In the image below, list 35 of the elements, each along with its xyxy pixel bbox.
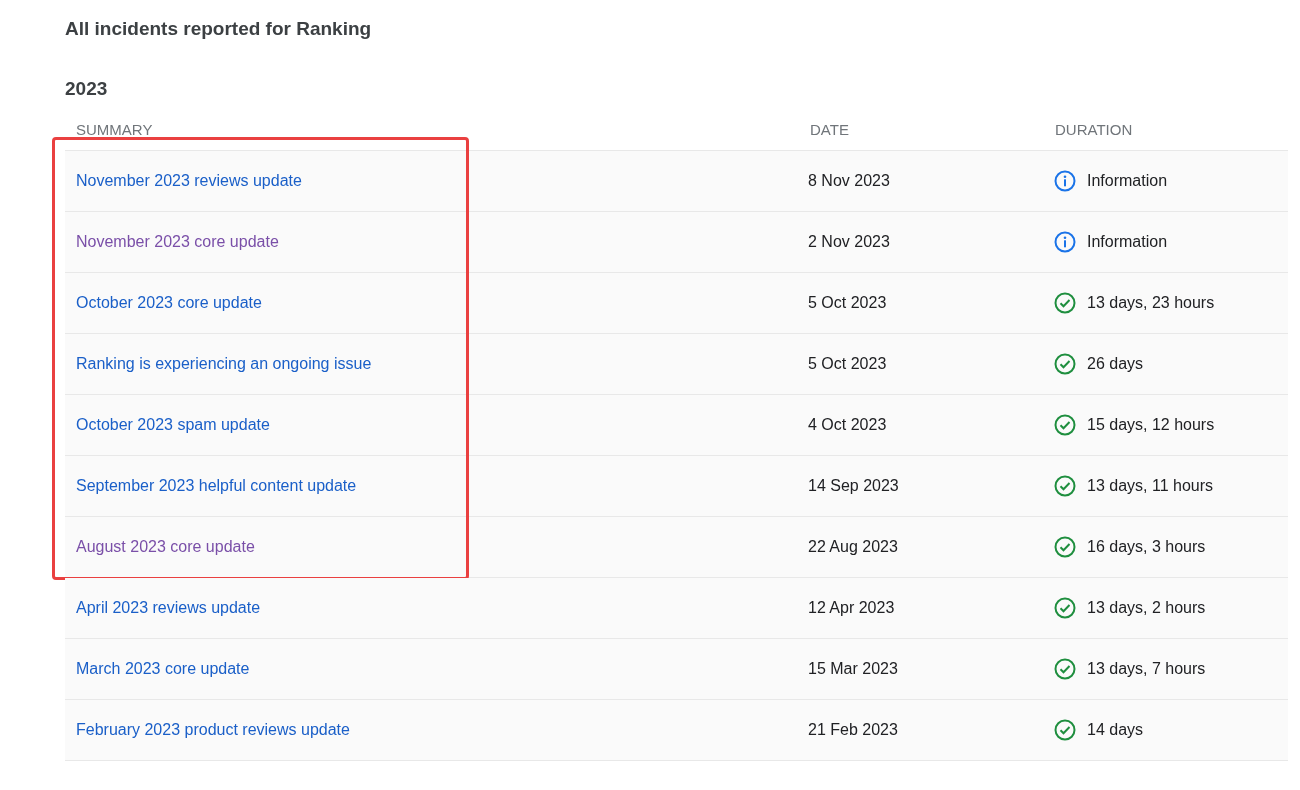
date-text: 5 Oct 2023 [808,354,887,374]
incident-link[interactable]: August 2023 core update [76,535,255,559]
page-title: All incidents reported for Ranking [65,17,372,41]
date-text: 14 Sep 2023 [808,476,899,496]
incident-link[interactable]: September 2023 helpful content update [76,474,357,498]
duration-text: 13 days, 23 hours [1087,293,1215,313]
date-text: 4 Oct 2023 [808,415,887,435]
column-header: DURATION [1055,120,1133,141]
duration-text: 16 days, 3 hours [1087,537,1206,557]
date-text: 15 Mar 2023 [808,659,898,679]
year-heading: 2023 [65,77,108,101]
duration-text: 13 days, 7 hours [1087,659,1206,679]
incident-link[interactable]: February 2023 product reviews update [76,718,350,742]
incident-link[interactable]: October 2023 core update [76,291,262,315]
date-text: 22 Aug 2023 [808,537,898,557]
duration-text: 14 days [1087,720,1144,740]
incident-link[interactable]: November 2023 reviews update [76,169,302,193]
date-text: 8 Nov 2023 [808,171,890,191]
date-text: 21 Feb 2023 [808,720,898,740]
duration-text: Information [1087,171,1168,191]
date-text: 2 Nov 2023 [808,232,890,252]
column-header: DATE [810,120,849,141]
duration-text: 26 days [1087,354,1144,374]
incident-link[interactable]: March 2023 core update [76,657,250,681]
incident-link[interactable]: Ranking is experiencing an ongoing issue [76,352,372,376]
date-text: 12 Apr 2023 [808,598,895,618]
duration-text: 13 days, 2 hours [1087,598,1206,618]
incident-link[interactable]: November 2023 core update [76,230,279,254]
column-header: SUMMARY [76,120,153,141]
duration-text: 15 days, 12 hours [1087,415,1215,435]
date-text: 5 Oct 2023 [808,293,887,313]
incident-link[interactable]: October 2023 spam update [76,413,270,437]
incident-link[interactable]: April 2023 reviews update [76,596,261,620]
duration-text: Information [1087,232,1168,252]
duration-text: 13 days, 11 hours [1087,476,1213,496]
